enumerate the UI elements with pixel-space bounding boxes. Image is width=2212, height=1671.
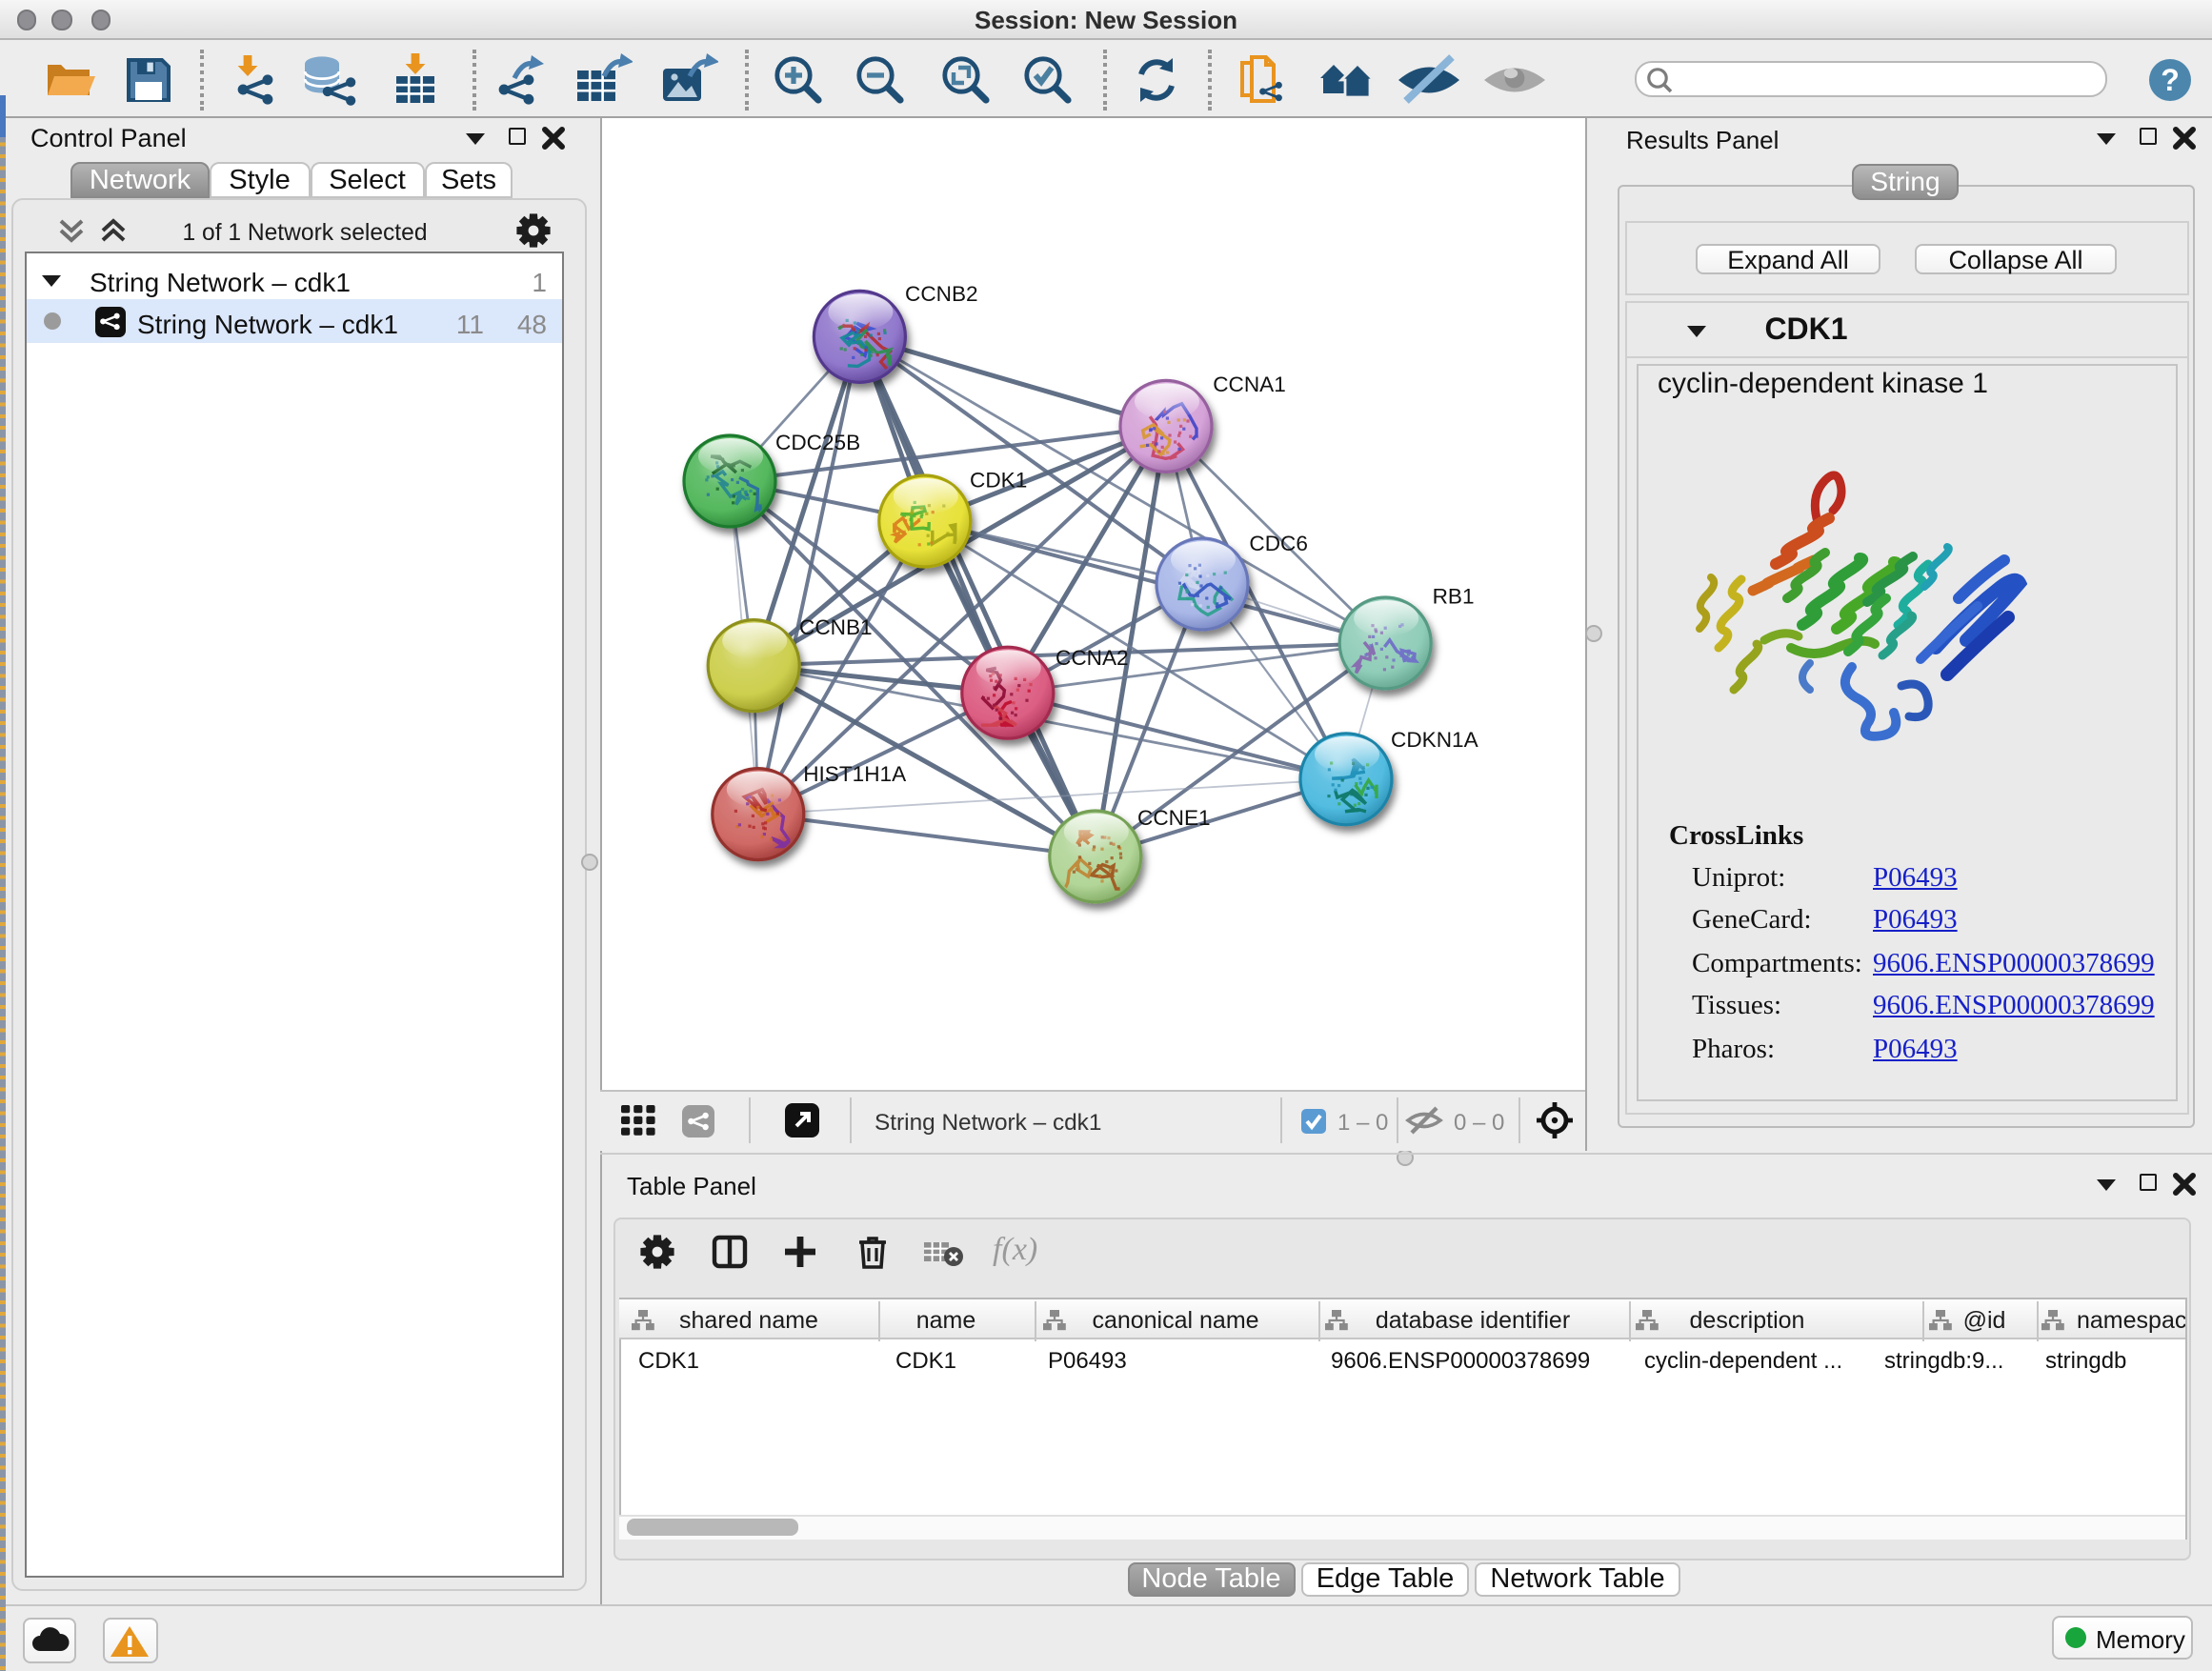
- svg-text:?: ?: [2160, 62, 2179, 96]
- svg-text:CCNE1: CCNE1: [1137, 806, 1211, 830]
- svg-text:CDC6: CDC6: [1249, 532, 1308, 555]
- svg-text:CDC25B: CDC25B: [775, 431, 860, 454]
- svg-text:CCNB2: CCNB2: [905, 282, 978, 306]
- svg-text:CDK1: CDK1: [970, 468, 1027, 492]
- svg-text:HIST1H1A: HIST1H1A: [803, 762, 907, 786]
- svg-text:CDKN1A: CDKN1A: [1391, 728, 1479, 752]
- svg-text:CCNA1: CCNA1: [1213, 372, 1286, 396]
- svg-text:CCNA2: CCNA2: [1056, 646, 1129, 670]
- svg-text:RB1: RB1: [1433, 584, 1475, 608]
- svg-text:CCNB1: CCNB1: [799, 615, 873, 639]
